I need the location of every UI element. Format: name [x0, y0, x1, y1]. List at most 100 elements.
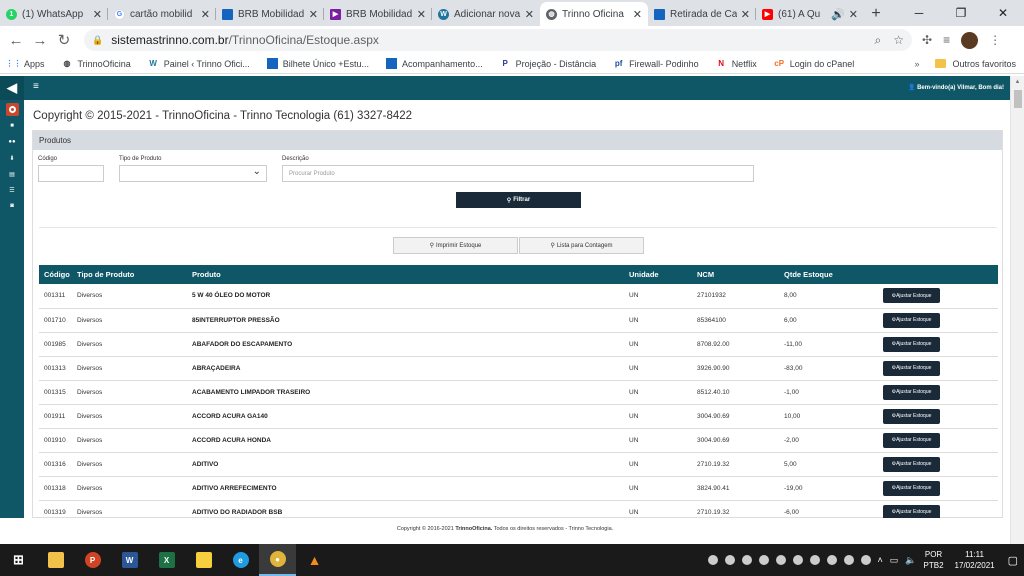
address-bar[interactable]: 🔒 sistemastrinno.com.br/TrinnoOficina/Es… — [84, 29, 912, 51]
tray-app-icon[interactable] — [809, 555, 820, 565]
close-icon[interactable]: ✕ — [849, 8, 858, 21]
chevron-right-icon[interactable]: » — [914, 59, 919, 69]
close-icon[interactable]: ✕ — [201, 8, 210, 21]
tray-app-icon[interactable] — [758, 555, 769, 565]
print-stock-button[interactable]: ⚲ Imprimir Estoque — [393, 237, 518, 254]
tray-app-icon[interactable] — [775, 555, 786, 565]
tab-whatsapp[interactable]: 1 (1) WhatsApp ✕ — [0, 2, 108, 26]
page-scrollbar[interactable]: ▲ — [1010, 76, 1024, 544]
count-list-button[interactable]: ⚲ Lista para Contagem — [519, 237, 644, 254]
more-menu-icon[interactable]: ⋮ — [989, 33, 1001, 47]
notifications-icon[interactable]: ▢ — [1008, 554, 1018, 567]
bookmark-bilhete[interactable]: Bilhete Único +Estu... — [266, 58, 369, 69]
adjust-stock-button[interactable]: ⚙ Ajustar Estoque — [883, 432, 940, 448]
tray-app-icon[interactable] — [826, 555, 837, 565]
adjust-stock-button[interactable]: ⚙ Ajustar Estoque — [883, 480, 940, 496]
scroll-thumb[interactable] — [1014, 90, 1022, 108]
sidebar-item-users[interactable]: ●● — [0, 134, 24, 150]
cell-unidade: UN — [629, 292, 639, 300]
taskbar-edge[interactable]: e — [222, 544, 259, 576]
forward-icon[interactable]: → — [28, 32, 52, 49]
adjust-stock-button[interactable]: ⚙ Ajustar Estoque — [883, 456, 940, 472]
minimize-icon[interactable]: ─ — [898, 6, 940, 20]
stock-table: Código Tipo de Produto Produto Unidade N… — [39, 265, 998, 525]
taskbar-file-explorer[interactable] — [37, 544, 74, 576]
close-icon[interactable]: ✕ — [93, 8, 102, 21]
bookmark-projecao[interactable]: P Projeção - Distância — [500, 58, 596, 69]
close-icon[interactable]: ✕ — [417, 8, 426, 21]
cell-acoes: ⚙ Ajustar Estoque — [878, 308, 998, 332]
bookmark-trinnooficina[interactable]: ◍ TrinnoOficina — [62, 58, 131, 69]
speaker-icon[interactable]: 🔊 — [831, 8, 845, 21]
bookmark-cpanel[interactable]: cP Login do cPanel — [774, 58, 854, 69]
close-icon[interactable]: ✕ — [525, 8, 534, 21]
cell-codigo: 001910 — [44, 436, 66, 444]
taskbar-sticky-notes[interactable] — [185, 544, 222, 576]
tab-retirada[interactable]: Retirada de Ca ✕ — [648, 2, 756, 26]
sidebar-item-list[interactable]: ☰ — [0, 182, 24, 198]
scroll-up-icon[interactable]: ▲ — [1011, 76, 1024, 88]
tray-app-icon[interactable] — [792, 555, 803, 565]
adjust-stock-button[interactable]: ⚙ Ajustar Estoque — [883, 312, 940, 328]
tray-app-icon[interactable] — [724, 555, 735, 565]
adjust-stock-button[interactable]: ⚙ Ajustar Estoque — [883, 288, 940, 304]
close-window-icon[interactable]: ✕ — [982, 6, 1024, 20]
taskbar-word[interactable]: W — [111, 544, 148, 576]
sidebar-item-documents[interactable]: ■ — [0, 118, 24, 134]
language-indicator[interactable]: POR PTB2 — [924, 549, 944, 571]
new-tab-button[interactable]: + — [864, 2, 888, 26]
codigo-input[interactable] — [38, 165, 104, 182]
taskbar-powerpoint[interactable]: P — [74, 544, 111, 576]
taskbar-chrome[interactable]: ● — [259, 544, 296, 576]
close-icon[interactable]: ✕ — [633, 8, 642, 21]
adjust-stock-button[interactable]: ⚙ Ajustar Estoque — [883, 336, 940, 352]
bookmark-star-icon[interactable]: ☆ — [893, 33, 904, 48]
other-bookmarks[interactable]: Outros favoritos — [952, 59, 1016, 69]
tray-app-icon[interactable] — [741, 555, 752, 565]
cell-acoes: ⚙ Ajustar Estoque — [878, 476, 998, 500]
profile-avatar[interactable] — [961, 31, 979, 49]
tray-app-icon[interactable] — [843, 555, 854, 565]
adjust-stock-button[interactable]: ⚙ Ajustar Estoque — [883, 360, 940, 376]
back-icon[interactable]: ← — [4, 32, 28, 49]
close-icon[interactable]: ✕ — [741, 8, 750, 21]
bookmark-netflix[interactable]: N Netflix — [716, 58, 756, 69]
zoom-search-icon[interactable]: ⌕ — [875, 33, 882, 48]
extensions-icon[interactable]: ✣ — [922, 33, 932, 47]
reading-list-icon[interactable]: ≡ — [943, 33, 950, 47]
tray-app-icon[interactable] — [860, 555, 871, 565]
network-icon[interactable]: ▭ — [890, 555, 899, 566]
descricao-input[interactable]: Procurar Produto — [282, 165, 754, 182]
start-button[interactable]: ⊞ — [0, 544, 37, 576]
taskbar-excel[interactable]: X — [148, 544, 185, 576]
sidebar-item-box[interactable]: ◙ — [0, 198, 24, 214]
clock[interactable]: 11:11 17/02/2021 — [955, 549, 995, 571]
hamburger-menu-icon[interactable]: ≡ — [33, 81, 39, 92]
adjust-stock-button[interactable]: ⚙ Ajustar Estoque — [883, 384, 940, 400]
tray-app-icon[interactable] — [707, 555, 718, 565]
tab-youtube[interactable]: ▶ (61) A Qu 🔊 ✕ — [756, 2, 864, 26]
chevron-up-icon[interactable]: ˄ — [878, 555, 883, 565]
bookmark-apps[interactable]: ⋮⋮ Apps — [6, 58, 45, 69]
tab-google[interactable]: G cartão mobilid ✕ — [108, 2, 216, 26]
sidebar-item-print[interactable]: ▤ — [0, 166, 24, 182]
tab-trinno-oficina[interactable]: ◍ Trinno Oficina ✕ — [540, 2, 648, 26]
close-icon[interactable]: ✕ — [309, 8, 318, 21]
adjust-stock-button[interactable]: ⚙ Ajustar Estoque — [883, 408, 940, 424]
bookmark-firewall[interactable]: pf Firewall- Podinho — [613, 58, 699, 69]
sidebar-home[interactable] — [0, 100, 24, 118]
bookmark-painel[interactable]: W Painel ‹ Trinno Ofici... — [148, 58, 249, 69]
tab-brb-2[interactable]: ▶ BRB Mobilidad ✕ — [324, 2, 432, 26]
tab-brb-1[interactable]: BRB Mobilidad ✕ — [216, 2, 324, 26]
filter-button[interactable]: ⚲ Filtrar — [456, 192, 581, 208]
adjust-stock-label: Ajustar Estoque — [896, 292, 932, 299]
taskbar-vlc[interactable]: ▲ — [296, 544, 333, 576]
sidebar-item-download[interactable]: ⬇ — [0, 150, 24, 166]
tab-wordpress[interactable]: W Adicionar nova ✕ — [432, 2, 540, 26]
trinno-logo[interactable]: ◀ — [0, 76, 24, 100]
tipo-produto-select[interactable] — [119, 165, 267, 182]
restore-icon[interactable]: ❐ — [940, 6, 982, 20]
reload-icon[interactable]: ↻ — [52, 31, 76, 49]
volume-icon[interactable]: 🔈 — [905, 555, 916, 566]
bookmark-acompanhamento[interactable]: Acompanhamento... — [386, 58, 483, 69]
